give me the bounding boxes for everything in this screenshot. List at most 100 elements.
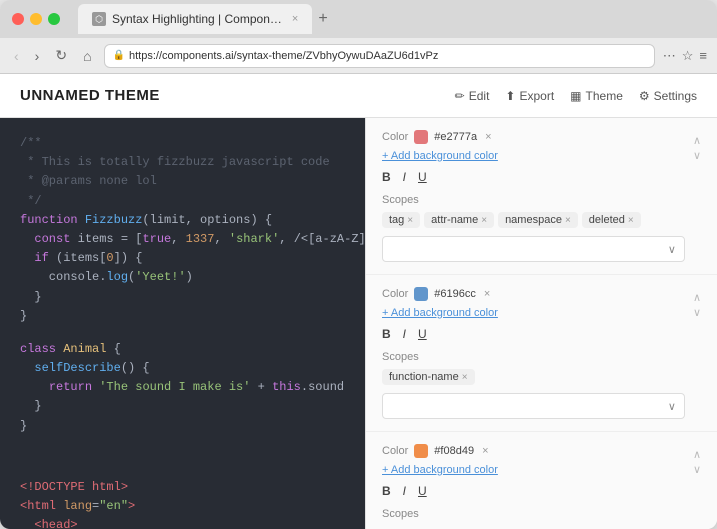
scope-tag: namespace× xyxy=(498,212,578,228)
settings-button[interactable]: ⚙ Settings xyxy=(639,89,697,103)
edit-label: Edit xyxy=(469,89,490,103)
bold-button-1[interactable]: B xyxy=(382,170,391,184)
italic-button-2[interactable]: I xyxy=(403,327,406,341)
export-icon: ⬆ xyxy=(505,89,515,103)
browser-titlebar: ⬡ Syntax Highlighting | Compon… × + xyxy=(0,0,717,38)
code-line: <!DOCTYPE html> xyxy=(20,478,345,497)
code-line: console.log('Yeet!') xyxy=(20,268,345,287)
underline-button-1[interactable]: U xyxy=(418,170,427,184)
scopes-row-2: function-name× xyxy=(382,369,685,385)
chevron-up-icon[interactable]: ∧ xyxy=(693,291,701,304)
scope-remove[interactable]: × xyxy=(481,215,487,226)
scope-remove[interactable]: × xyxy=(407,215,413,226)
theme-label: Theme xyxy=(586,89,623,103)
extensions-button[interactable]: ⋯ xyxy=(663,48,676,64)
scope-tag: attr-name× xyxy=(424,212,494,228)
color-header-1: Color #e2777a × xyxy=(382,130,685,144)
underline-button-3[interactable]: U xyxy=(418,484,427,498)
back-button[interactable]: ‹ xyxy=(10,46,23,66)
chevron-up-icon[interactable]: ∧ xyxy=(693,134,701,147)
color-header-3: Color #f08d49 × xyxy=(382,444,685,458)
format-buttons-3: B I U xyxy=(382,484,685,498)
bold-button-2[interactable]: B xyxy=(382,327,391,341)
home-button[interactable]: ⌂ xyxy=(79,46,95,66)
scope-dropdown-1[interactable]: ∨ xyxy=(382,236,685,262)
close-button[interactable] xyxy=(12,13,24,25)
italic-button-1[interactable]: I xyxy=(403,170,406,184)
chevron-down-icon[interactable]: ∨ xyxy=(693,149,701,162)
bookmark-button[interactable]: ☆ xyxy=(682,48,694,64)
code-line: } xyxy=(20,417,345,436)
forward-button[interactable]: › xyxy=(31,46,44,66)
theme-button[interactable]: ▦ Theme xyxy=(570,89,623,103)
browser-tab[interactable]: ⬡ Syntax Highlighting | Compon… × xyxy=(78,4,312,34)
color-remove-1[interactable]: × xyxy=(485,131,491,143)
right-panel: Color #e2777a × + Add background color B… xyxy=(365,118,717,529)
scope-remove[interactable]: × xyxy=(565,215,571,226)
color-swatch-3[interactable] xyxy=(414,444,428,458)
format-buttons-2: B I U xyxy=(382,327,685,341)
address-bar[interactable]: 🔒 https://components.ai/syntax-theme/ZVb… xyxy=(104,44,655,68)
page-title: UNNAMED THEME xyxy=(20,87,455,104)
scope-tag: function-name× xyxy=(382,369,475,385)
app-container: UNNAMED THEME ✏ Edit ⬆ Export ▦ Theme ⚙ … xyxy=(0,74,717,529)
edit-button[interactable]: ✏ Edit xyxy=(455,89,490,103)
export-button[interactable]: ⬆ Export xyxy=(505,89,554,103)
tab-close-button[interactable]: × xyxy=(292,13,298,25)
color-remove-3[interactable]: × xyxy=(482,445,488,457)
lock-icon: 🔒 xyxy=(113,50,125,61)
add-bg-link-1[interactable]: + Add background color xyxy=(382,150,685,162)
section-controls-2: ∧ ∨ xyxy=(693,291,701,319)
color-hex-1: #e2777a xyxy=(434,131,477,143)
color-header-2: Color #6196cc × xyxy=(382,287,685,301)
new-tab-button[interactable]: + xyxy=(318,10,327,28)
color-remove-2[interactable]: × xyxy=(484,288,490,300)
code-line: function Fizzbuzz(limit, options) { xyxy=(20,211,345,230)
code-line: } xyxy=(20,288,345,307)
color-section-3: Color #f08d49 × + Add background color B… xyxy=(366,432,717,529)
color-swatch-2[interactable] xyxy=(414,287,428,301)
scopes-label-2: Scopes xyxy=(382,351,685,363)
color-label: Color xyxy=(382,445,408,457)
color-section-1: Color #e2777a × + Add background color B… xyxy=(366,118,717,275)
reload-button[interactable]: ↻ xyxy=(51,45,71,66)
scopes-row-1: tag× attr-name× namespace× deleted× xyxy=(382,212,685,228)
bold-button-3[interactable]: B xyxy=(382,484,391,498)
code-line: } xyxy=(20,397,345,416)
minimize-button[interactable] xyxy=(30,13,42,25)
add-bg-link-3[interactable]: + Add background color xyxy=(382,464,685,476)
italic-button-3[interactable]: I xyxy=(403,484,406,498)
code-line: const items = [true, 1337, 'shark', /<[a… xyxy=(20,230,345,249)
section-controls-1: ∧ ∨ xyxy=(693,134,701,162)
settings-label: Settings xyxy=(654,89,697,103)
chevron-down-icon[interactable]: ∨ xyxy=(693,463,701,476)
section-controls-3: ∧ ∨ xyxy=(693,448,701,476)
color-hex-3: #f08d49 xyxy=(434,445,474,457)
format-buttons-1: B I U xyxy=(382,170,685,184)
theme-icon: ▦ xyxy=(570,89,581,103)
color-swatch-1[interactable] xyxy=(414,130,428,144)
export-label: Export xyxy=(519,89,554,103)
underline-button-2[interactable]: U xyxy=(418,327,427,341)
menu-button[interactable]: ≡ xyxy=(699,48,707,63)
color-label: Color xyxy=(382,131,408,143)
code-editor: /** * This is totally fizzbuzz javascrip… xyxy=(0,118,365,529)
code-line: selfDescribe() { xyxy=(20,359,345,378)
scope-remove[interactable]: × xyxy=(462,372,468,383)
chevron-down-icon[interactable]: ∨ xyxy=(693,306,701,319)
traffic-lights xyxy=(12,13,60,25)
chevron-up-icon[interactable]: ∧ xyxy=(693,448,701,461)
code-line: <html lang="en"> xyxy=(20,497,345,516)
add-bg-link-2[interactable]: + Add background color xyxy=(382,307,685,319)
scopes-label-3: Scopes xyxy=(382,508,685,520)
code-line: class Animal { xyxy=(20,340,345,359)
scopes-label-1: Scopes xyxy=(382,194,685,206)
scope-remove[interactable]: × xyxy=(628,215,634,226)
code-line: /** xyxy=(20,134,345,153)
scope-dropdown-2[interactable]: ∨ xyxy=(382,393,685,419)
code-line: <head> xyxy=(20,516,345,529)
maximize-button[interactable] xyxy=(48,13,60,25)
scope-tag: deleted× xyxy=(582,212,641,228)
app-header: UNNAMED THEME ✏ Edit ⬆ Export ▦ Theme ⚙ … xyxy=(0,74,717,118)
tab-title: Syntax Highlighting | Compon… xyxy=(112,12,282,26)
